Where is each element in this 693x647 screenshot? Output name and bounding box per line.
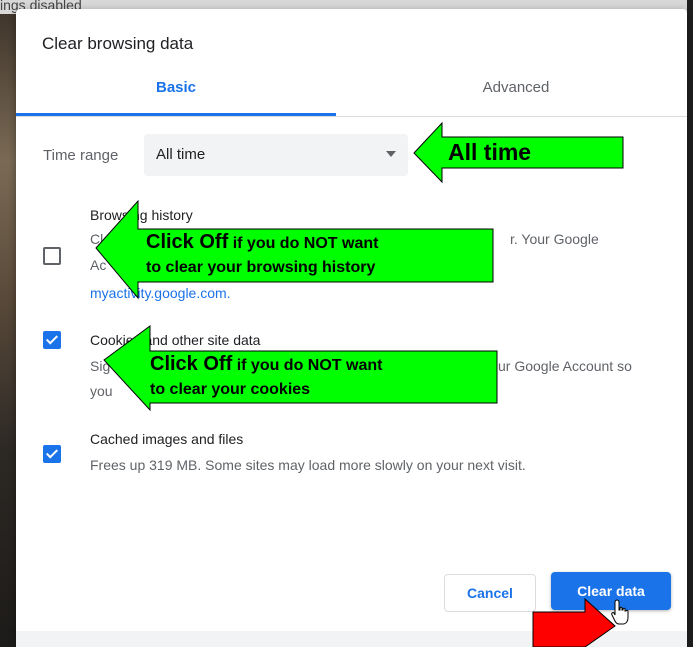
clear-data-arrow <box>532 597 616 647</box>
annotation-overlay <box>95 121 624 647</box>
all-time-annotation: All time <box>448 139 532 165</box>
cookies-annotation-line2: to clear your cookies <box>150 381 311 398</box>
hand-cursor-icon <box>611 599 629 625</box>
history-annotation-line2: to clear your browsing history <box>146 259 376 276</box>
cookies-annotation-line1: Click Off if you do NOT want <box>150 353 383 375</box>
history-annotation-line1: Click Off if you do NOT want <box>146 231 379 253</box>
